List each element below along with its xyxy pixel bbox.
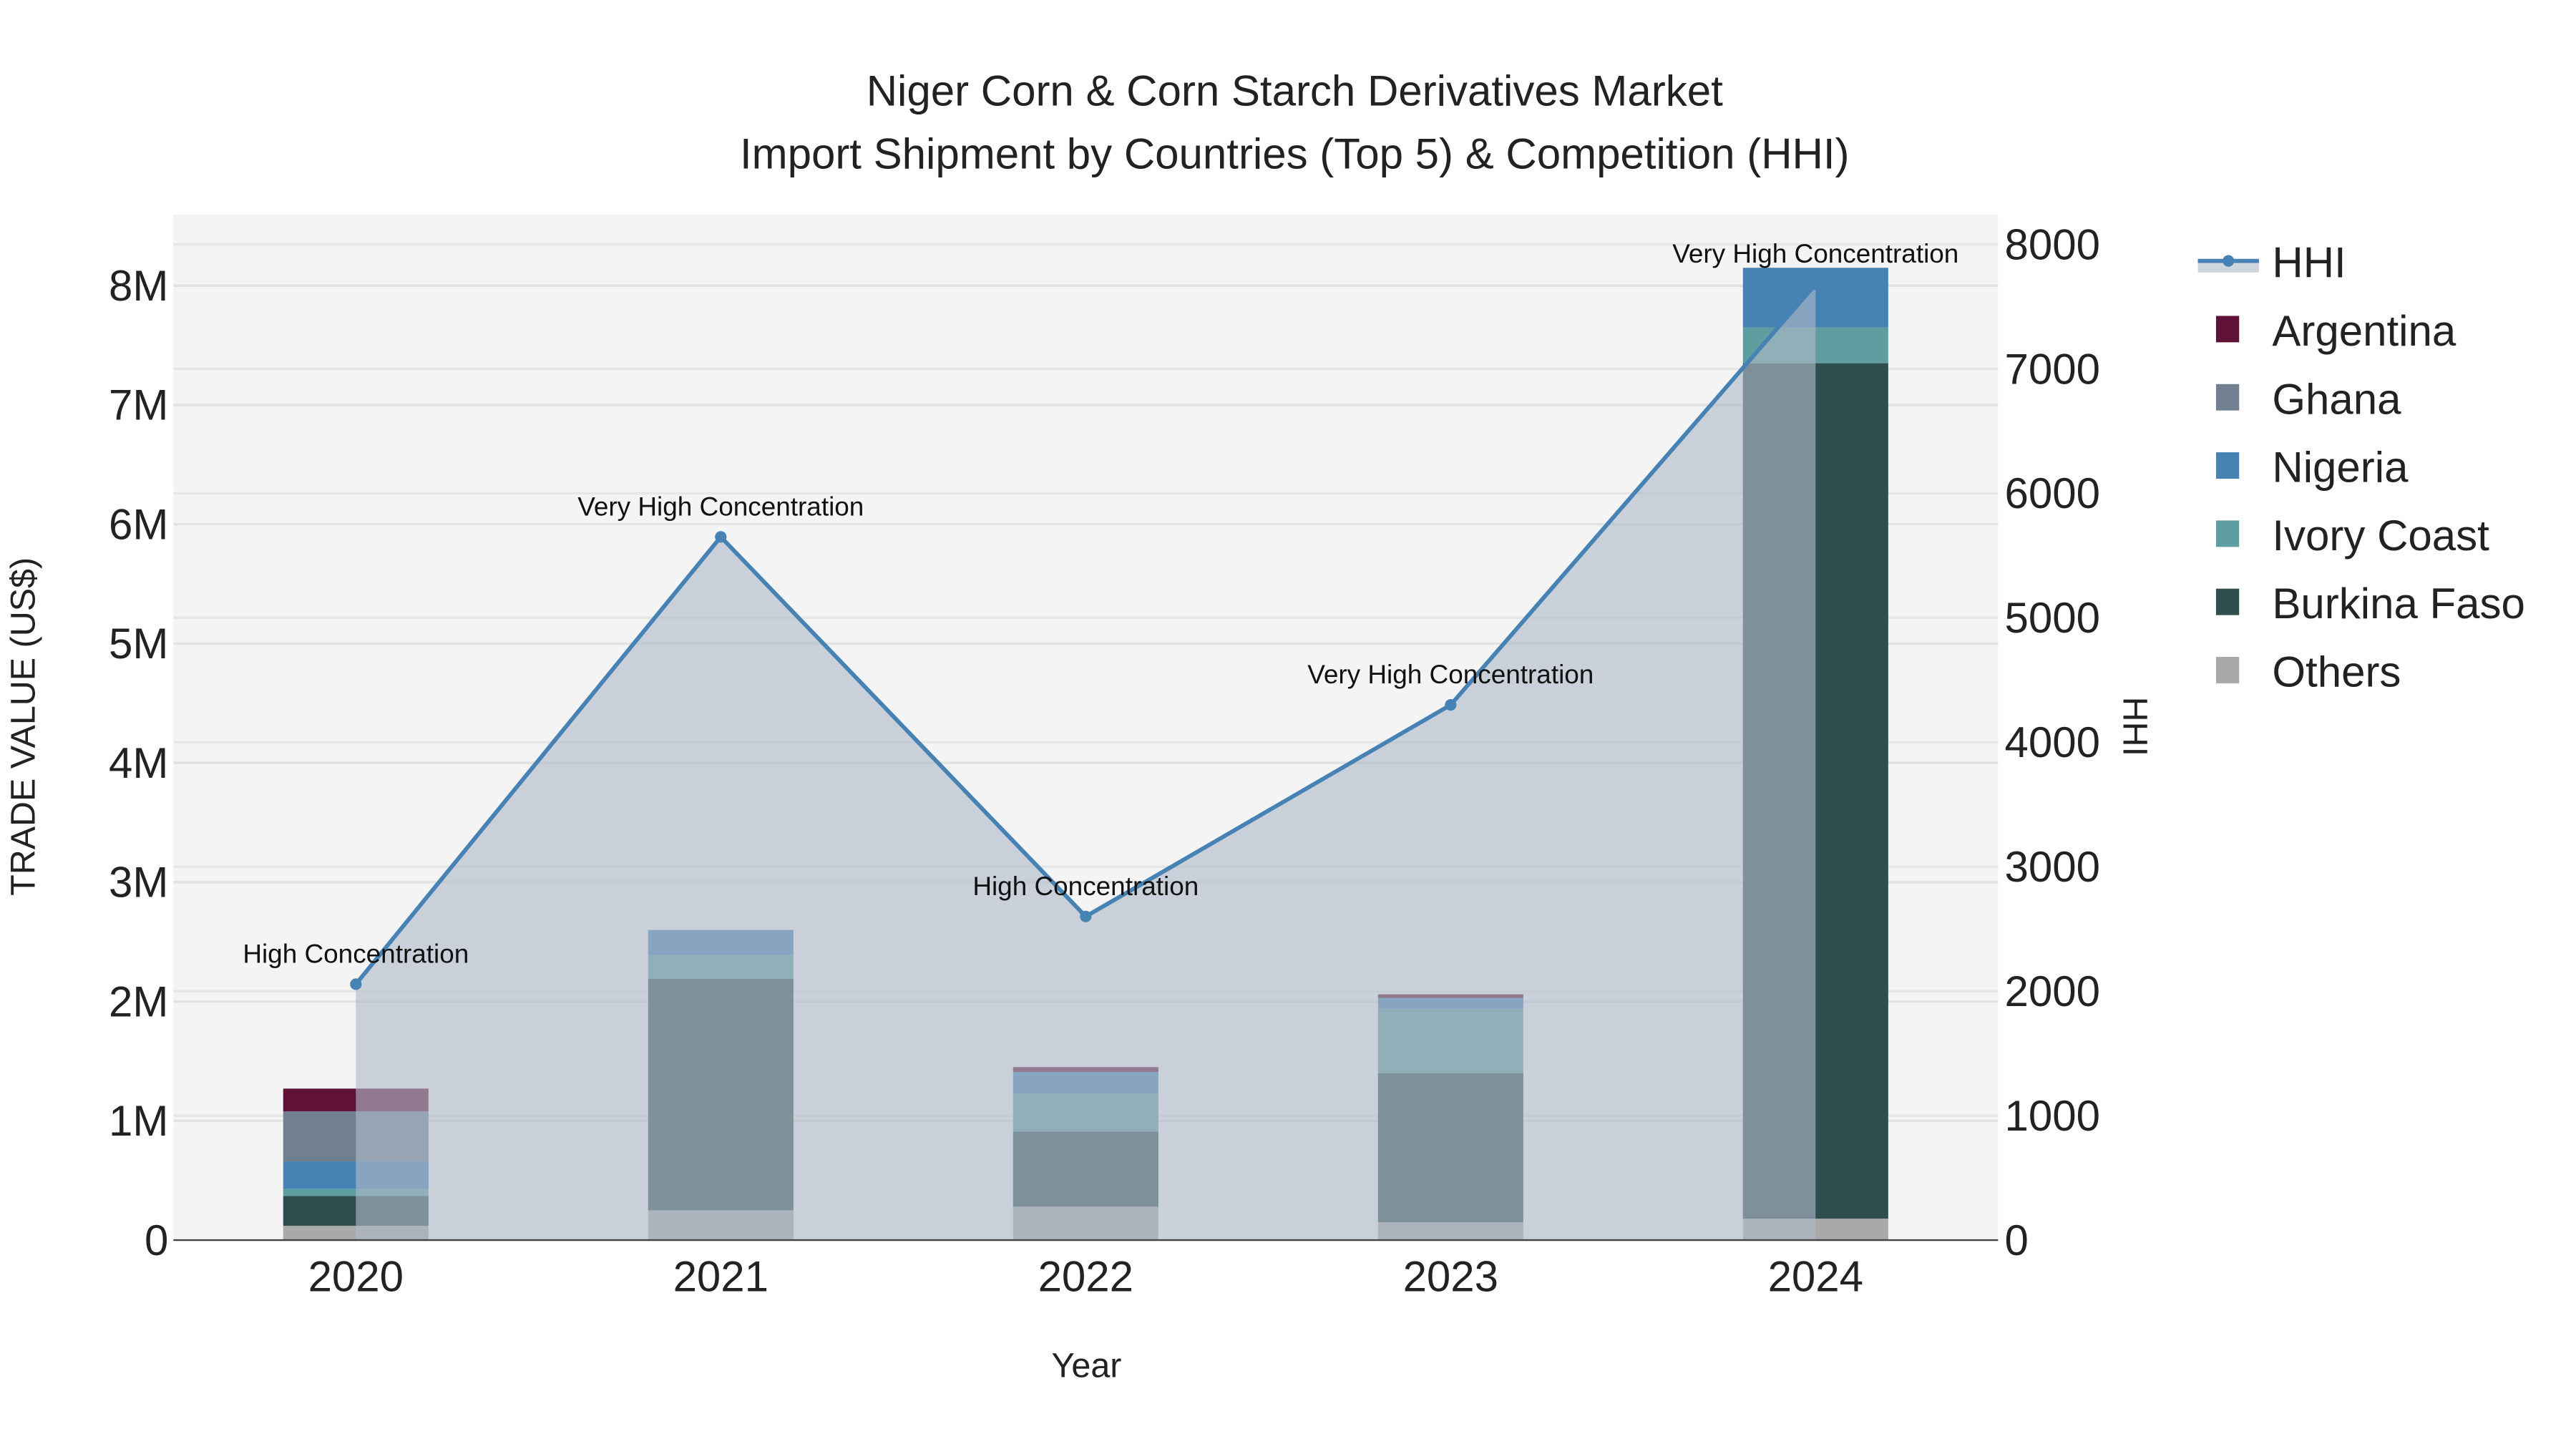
hhi-point-2022 xyxy=(1080,910,1092,922)
hhi-annotation-2020: High Concentration xyxy=(243,939,469,968)
y-axis-ticks: 0 1M 2M 3M 4M 5M 6M 7M 8M xyxy=(109,262,168,1264)
legend-swatch-argentina xyxy=(2215,316,2240,343)
y-tick-label: 8M xyxy=(109,262,168,310)
hhi-point-2024 xyxy=(1810,278,1822,291)
legend-hhi-marker xyxy=(2223,255,2235,267)
legend-swatch-nigeria xyxy=(2215,452,2240,479)
legend-label-nigeria: Nigeria xyxy=(2272,444,2409,492)
x-axis-ticks: 2020 2021 2022 2023 2024 xyxy=(308,1253,1863,1301)
legend-swatch-ghana xyxy=(2215,384,2240,411)
x-tick-label: 2024 xyxy=(1768,1253,1863,1301)
legend-label-hhi: HHI xyxy=(2272,239,2346,287)
y2-tick-label: 5000 xyxy=(2005,594,2100,642)
y-tick-label: 4M xyxy=(109,739,168,787)
legend-label-ivory-coast: Ivory Coast xyxy=(2272,512,2489,560)
y2-tick-label: 4000 xyxy=(2005,718,2100,766)
chart: 0 1M 2M 3M 4M 5M 6M 7M 8M 0 1000 2000 3000 4000 5000 6… xyxy=(4,67,2525,1385)
y2-tick-label: 2000 xyxy=(2005,967,2100,1015)
y2-tick-label: 3000 xyxy=(2005,843,2100,891)
hhi-point-2021 xyxy=(715,531,727,543)
legend-label-ghana: Ghana xyxy=(2272,375,2401,423)
chart-title-line2: Import Shipment by Countries (Top 5) & C… xyxy=(740,130,1850,177)
y-tick-label: 7M xyxy=(109,381,168,429)
hhi-annotation-2022: High Concentration xyxy=(972,872,1199,901)
y2-tick-label: 0 xyxy=(2005,1216,2029,1264)
x-tick-label: 2020 xyxy=(308,1253,404,1301)
legend-label-others: Others xyxy=(2272,648,2401,696)
chart-title-line1: Niger Corn & Corn Starch Derivatives Mar… xyxy=(867,67,1723,115)
y-tick-label: 2M xyxy=(109,977,168,1025)
y-axis-label: TRADE VALUE (US$) xyxy=(4,557,42,896)
hhi-annotation-2021: Very High Concentration xyxy=(577,492,864,521)
x-axis-label: Year xyxy=(1052,1347,1122,1385)
hhi-annotation-2023: Very High Concentration xyxy=(1307,660,1594,689)
y2-axis-label: HHI xyxy=(2116,697,2155,756)
x-tick-label: 2022 xyxy=(1038,1253,1133,1301)
y-tick-label: 5M xyxy=(109,620,168,668)
legend-label-argentina: Argentina xyxy=(2272,307,2456,355)
y-tick-label: 1M xyxy=(109,1097,168,1145)
legend-swatch-burkina-faso xyxy=(2215,588,2240,615)
hhi-point-2023 xyxy=(1445,699,1457,711)
y2-tick-label: 7000 xyxy=(2005,345,2100,393)
x-tick-label: 2023 xyxy=(1403,1253,1498,1301)
legend-swatch-others xyxy=(2215,657,2240,683)
y-tick-label: 6M xyxy=(109,500,168,548)
hhi-annotation-2024: Very High Concentration xyxy=(1672,239,1958,268)
y2-tick-label: 1000 xyxy=(2005,1092,2100,1140)
legend: HHI Argentina Ghana Nigeria Ivory Coast Burki… xyxy=(2197,239,2525,696)
y-tick-label: 0 xyxy=(145,1216,168,1264)
y2-axis-ticks: 0 1000 2000 3000 4000 5000 6000 7000 8000 xyxy=(2005,220,2100,1264)
hhi-point-2020 xyxy=(350,978,362,990)
legend-label-burkina-faso: Burkina Faso xyxy=(2272,580,2525,628)
y2-tick-label: 6000 xyxy=(2005,469,2100,517)
legend-swatch-ivory-coast xyxy=(2215,520,2240,547)
y2-tick-label: 8000 xyxy=(2005,220,2100,268)
x-tick-label: 2021 xyxy=(673,1253,769,1301)
y-tick-label: 3M xyxy=(109,859,168,907)
